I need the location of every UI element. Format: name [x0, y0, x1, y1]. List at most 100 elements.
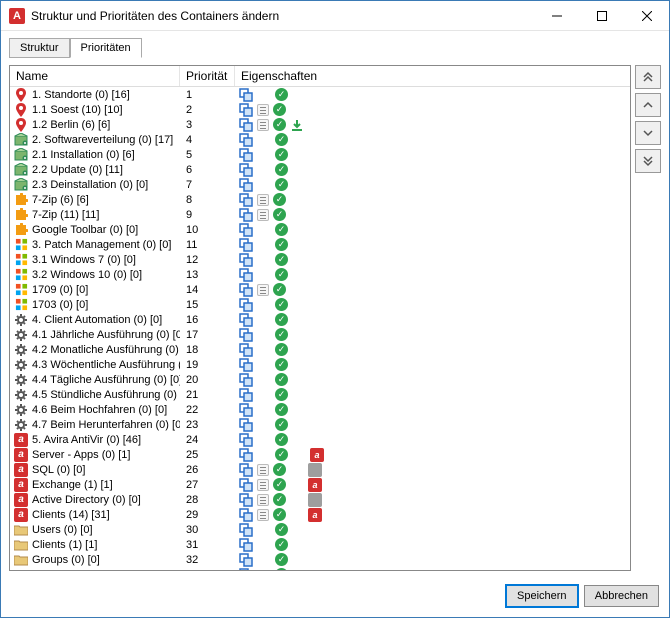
list-item[interactable]: 4.5 Stündliche Ausführung (0) [0]21✓ — [10, 387, 630, 402]
tile-spacer — [290, 493, 304, 507]
titlebar: A Struktur und Prioritäten des Container… — [1, 1, 669, 31]
list-tile-icon — [257, 479, 269, 491]
copy-tile-icon — [239, 178, 253, 192]
list-item[interactable]: Clients (1) [1]31✓ — [10, 537, 630, 552]
list-item[interactable]: Consulting (0) [0]33✓ — [10, 567, 630, 570]
package-icon — [14, 178, 28, 192]
tile-spacer — [257, 253, 271, 267]
avira-tile-icon: a — [308, 508, 322, 522]
list-item[interactable]: Users (0) [0]30✓ — [10, 522, 630, 537]
tile-spacer — [257, 178, 271, 192]
column-header-priority[interactable]: Priorität — [180, 66, 235, 86]
list-item[interactable]: 2.2 Update (0) [11]6✓ — [10, 162, 630, 177]
list-item[interactable]: 3.2 Windows 10 (0) [0]13✓ — [10, 267, 630, 282]
gear-icon — [14, 403, 28, 417]
maximize-button[interactable] — [579, 1, 624, 30]
list-item[interactable]: 3. Patch Management (0) [0]11✓ — [10, 237, 630, 252]
list-item[interactable]: 4. Client Automation (0) [0]16✓ — [10, 312, 630, 327]
copy-tile-icon — [239, 193, 253, 207]
copy-tile-icon — [239, 568, 253, 571]
row-priority-value: 17 — [186, 329, 198, 341]
check-tile-icon: ✓ — [273, 103, 286, 116]
check-tile-icon: ✓ — [275, 553, 288, 566]
row-name-label: Clients (14) [31] — [32, 509, 110, 521]
list-item[interactable]: 3.1 Windows 7 (0) [0]12✓ — [10, 252, 630, 267]
windows-icon — [14, 298, 28, 312]
list-item[interactable]: 4.2 Monatliche Ausführung (0) [0]18✓ — [10, 342, 630, 357]
check-tile-icon: ✓ — [273, 508, 286, 521]
move-up-button[interactable] — [635, 93, 661, 117]
list-item[interactable]: 1. Standorte (0) [16]1✓ — [10, 87, 630, 102]
avira-icon: a — [14, 463, 28, 477]
row-priority-value: 28 — [186, 494, 198, 506]
check-tile-icon: ✓ — [273, 283, 286, 296]
column-header-name[interactable]: Name — [10, 66, 180, 86]
tab-struktur[interactable]: Struktur — [9, 38, 70, 58]
move-down-button[interactable] — [635, 121, 661, 145]
row-priority-value: 14 — [186, 284, 198, 296]
tile-spacer — [257, 313, 271, 327]
gray-tile-icon — [308, 493, 322, 507]
list-panel: Name Priorität Eigenschaften 1. Standort… — [9, 65, 631, 571]
list-item[interactable]: 7-Zip (11) [11]9✓ — [10, 207, 630, 222]
cancel-button[interactable]: Abbrechen — [584, 585, 659, 607]
package-icon — [14, 163, 28, 177]
move-top-button[interactable] — [635, 65, 661, 89]
list-item[interactable]: 1.1 Soest (10) [10]2✓ — [10, 102, 630, 117]
tile-spacer — [257, 373, 271, 387]
close-button[interactable] — [624, 1, 669, 30]
package-icon — [14, 133, 28, 147]
list-item[interactable]: Google Toolbar (0) [0]10✓ — [10, 222, 630, 237]
row-name-label: 1. Standorte (0) [16] — [32, 89, 130, 101]
row-priority-value: 6 — [186, 164, 192, 176]
list-item[interactable]: 4.6 Beim Hochfahren (0) [0]22✓ — [10, 402, 630, 417]
windows-icon — [14, 253, 28, 267]
tile-spacer — [257, 298, 271, 312]
list-item[interactable]: 1.2 Berlin (6) [6]3✓ — [10, 117, 630, 132]
content-area: Name Priorität Eigenschaften 1. Standort… — [1, 57, 669, 579]
list-item[interactable]: 2. Softwareverteilung (0) [17]4✓ — [10, 132, 630, 147]
row-priority-value: 23 — [186, 419, 198, 431]
list-item[interactable]: 4.3 Wöchentliche Ausführung (0) [0]19✓ — [10, 357, 630, 372]
list-item[interactable]: aExchange (1) [1]27✓a — [10, 477, 630, 492]
row-name-label: 4. Client Automation (0) [0] — [32, 314, 162, 326]
list-item[interactable]: aSQL (0) [0]26✓ — [10, 462, 630, 477]
list-item[interactable]: 7-Zip (6) [6]8✓ — [10, 192, 630, 207]
save-button[interactable]: Speichern — [506, 585, 578, 607]
copy-tile-icon — [239, 133, 253, 147]
list-item[interactable]: 2.1 Installation (0) [6]5✓ — [10, 147, 630, 162]
row-name-label: Consulting (0) [0] — [32, 569, 116, 571]
minimize-button[interactable] — [534, 1, 579, 30]
list-item[interactable]: aActive Directory (0) [0]28✓ — [10, 492, 630, 507]
row-name-label: 7-Zip (11) [11] — [32, 209, 99, 221]
list-tile-icon — [257, 209, 269, 221]
row-priority-value: 19 — [186, 359, 198, 371]
list-tile-icon — [257, 194, 269, 206]
row-priority-value: 30 — [186, 524, 198, 536]
list-item[interactable]: 1703 (0) [0]15✓ — [10, 297, 630, 312]
list-item[interactable]: 4.4 Tägliche Ausführung (0) [0]20✓ — [10, 372, 630, 387]
app-window: A Struktur und Prioritäten des Container… — [0, 0, 670, 618]
tab-prioritaeten[interactable]: Prioritäten — [70, 38, 142, 58]
list-item[interactable]: aClients (14) [31]29✓a — [10, 507, 630, 522]
list-item[interactable]: 1709 (0) [0]14✓ — [10, 282, 630, 297]
row-name-label: Server - Apps (0) [1] — [32, 449, 130, 461]
copy-tile-icon — [239, 478, 253, 492]
copy-tile-icon — [239, 463, 253, 477]
tile-spacer — [290, 508, 304, 522]
move-bottom-button[interactable] — [635, 149, 661, 173]
copy-tile-icon — [239, 103, 253, 117]
check-tile-icon: ✓ — [275, 523, 288, 536]
row-priority-value: 8 — [186, 194, 192, 206]
row-priority-value: 5 — [186, 149, 192, 161]
list-item[interactable]: a5. Avira AntiVir (0) [46]24✓ — [10, 432, 630, 447]
list-item[interactable]: 4.1 Jährliche Ausführung (0) [0]17✓ — [10, 327, 630, 342]
column-header-properties[interactable]: Eigenschaften — [235, 66, 630, 86]
list-item[interactable]: aServer - Apps (0) [1]25✓a — [10, 447, 630, 462]
chevron-down-icon — [642, 127, 654, 139]
list-body[interactable]: 1. Standorte (0) [16]1✓1.1 Soest (10) [1… — [10, 87, 630, 570]
list-item[interactable]: Groups (0) [0]32✓ — [10, 552, 630, 567]
list-item[interactable]: 4.7 Beim Herunterfahren (0) [0]23✓ — [10, 417, 630, 432]
copy-tile-icon — [239, 298, 253, 312]
list-item[interactable]: 2.3 Deinstallation (0) [0]7✓ — [10, 177, 630, 192]
